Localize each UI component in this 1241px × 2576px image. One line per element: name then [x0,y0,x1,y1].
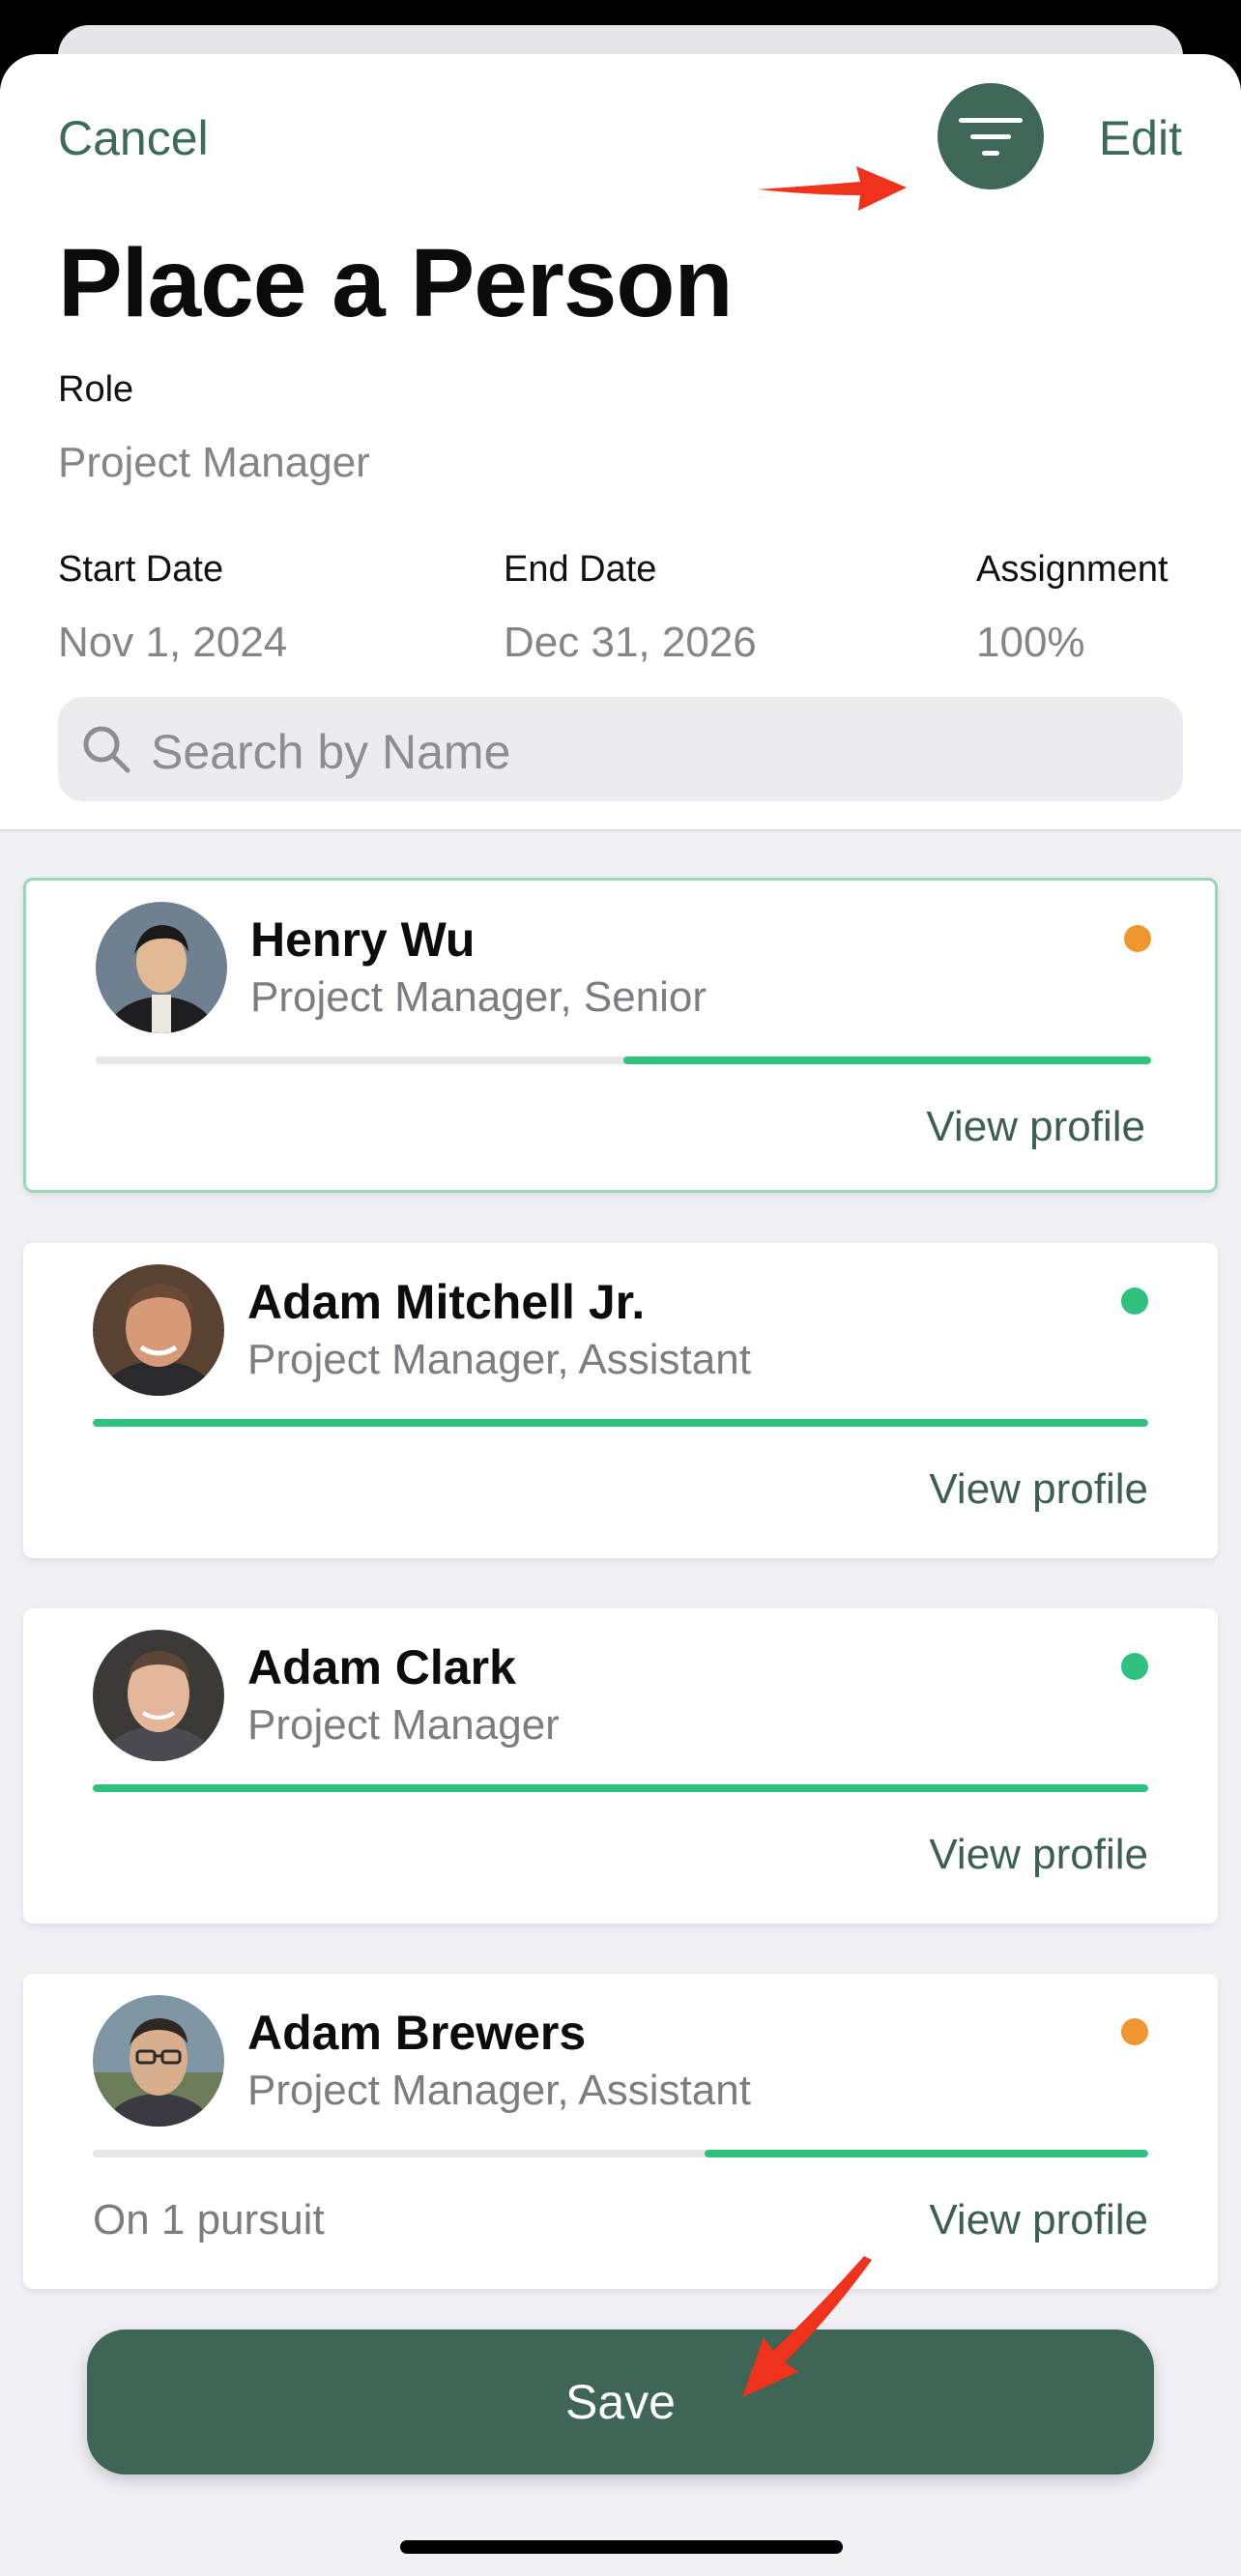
avatar [93,1630,224,1761]
status-dot [1121,2018,1148,2045]
status-dot [1124,925,1151,952]
place-person-sheet: Cancel Edit Place a Person Role Project … [0,54,1241,2576]
avatar [93,1995,224,2127]
role-value: Project Manager [58,439,370,486]
role-label: Role [58,369,134,410]
view-profile-link[interactable]: View profile [926,1103,1145,1151]
status-dot [1121,1288,1148,1315]
home-indicator [400,2540,843,2554]
candidate-name: Adam Mitchell Jr. [247,1275,646,1329]
candidate-card[interactable]: Adam Clark Project Manager View profile [23,1608,1218,1924]
cancel-button[interactable]: Cancel [58,110,209,166]
header-area: Cancel Edit Place a Person Role Project … [0,54,1241,831]
edit-button[interactable]: Edit [1099,110,1182,166]
candidate-role: Project Manager, Assistant [247,2067,751,2114]
start-date-label: Start Date [58,549,224,590]
search-icon [83,726,130,773]
search-placeholder: Search by Name [151,725,511,779]
annotation-arrow-icon [742,2256,872,2397]
save-label: Save [565,2375,676,2429]
avatar [96,902,227,1033]
page-title: Place a Person [58,229,734,337]
search-input[interactable]: Search by Name [58,697,1183,801]
view-profile-link[interactable]: View profile [929,1465,1148,1514]
availability-fill [93,1419,1148,1427]
assignment-label: Assignment [976,549,1169,590]
status-dot [1121,1653,1148,1680]
availability-bar [93,1419,1148,1427]
filter-icon [959,118,1023,156]
candidate-role: Project Manager [247,1701,560,1749]
start-date-value: Nov 1, 2024 [58,619,288,666]
avatar [93,1264,224,1396]
end-date-value: Dec 31, 2026 [504,619,757,666]
assignment-value: 100% [976,619,1085,666]
view-profile-link[interactable]: View profile [929,1831,1148,1879]
filter-button[interactable] [938,83,1044,189]
end-date-label: End Date [504,549,657,590]
availability-bar [93,2150,1148,2157]
candidate-card[interactable]: Henry Wu Project Manager, Senior View pr… [23,878,1218,1193]
availability-fill [623,1056,1151,1064]
candidate-card[interactable]: Adam Brewers Project Manager, Assistant … [23,1974,1218,2289]
view-profile-link[interactable]: View profile [929,2196,1148,2244]
candidate-role: Project Manager, Assistant [247,1336,751,1383]
availability-fill [93,1784,1148,1792]
candidate-name: Adam Clark [247,1640,516,1694]
save-button[interactable]: Save [87,2330,1154,2475]
candidate-name: Henry Wu [250,912,476,967]
availability-bar [93,1784,1148,1792]
pursuit-note: On 1 pursuit [93,2196,325,2243]
candidate-name: Adam Brewers [247,2006,587,2060]
availability-fill [705,2150,1148,2157]
availability-bar [96,1056,1151,1064]
annotation-arrow-icon [758,166,907,211]
candidate-card[interactable]: Adam Mitchell Jr. Project Manager, Assis… [23,1243,1218,1558]
candidate-role: Project Manager, Senior [250,973,707,1021]
